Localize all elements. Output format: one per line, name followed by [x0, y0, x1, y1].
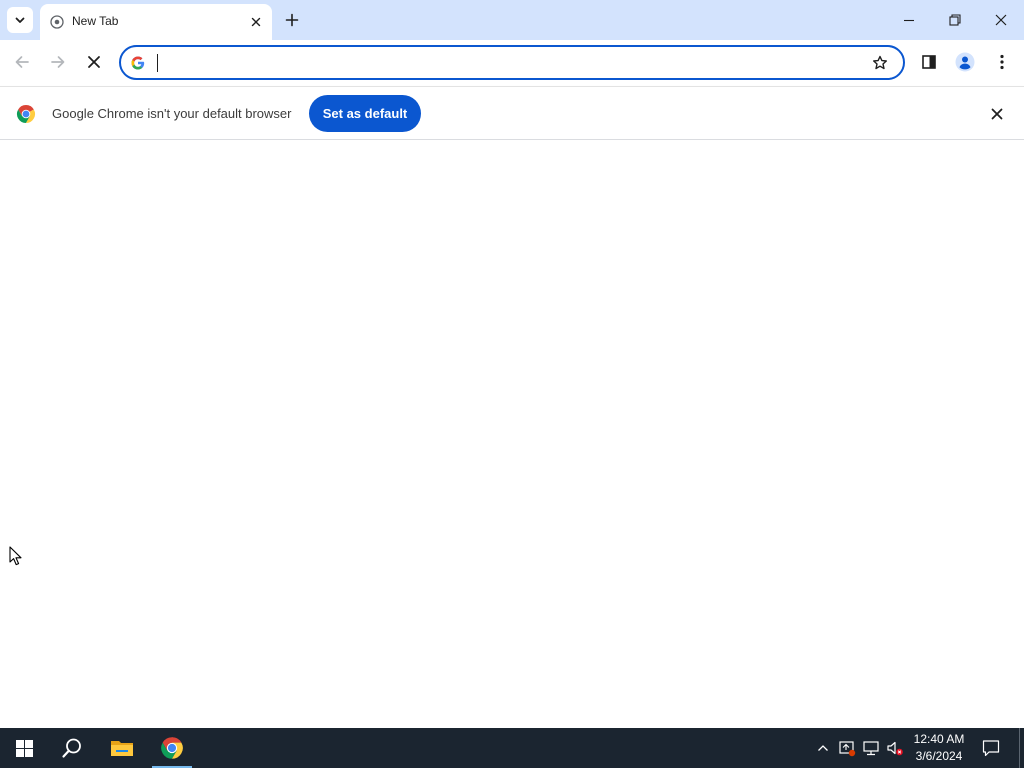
tab-title: New Tab	[72, 14, 119, 28]
chrome-logo-icon	[16, 105, 36, 123]
tab-new-tab[interactable]: New Tab	[40, 4, 272, 40]
taskbar-search-button[interactable]	[48, 728, 96, 768]
default-browser-infobar: Google Chrome isn't your default browser…	[0, 86, 1024, 140]
network-icon	[863, 741, 879, 756]
arrow-right-icon	[51, 56, 65, 68]
minimize-icon	[904, 19, 914, 22]
page-content	[0, 140, 1024, 728]
plus-icon	[285, 13, 299, 27]
minimize-button[interactable]	[886, 0, 932, 40]
taskbar-clock[interactable]: 12:40 AM 3/6/2024	[906, 731, 972, 765]
side-panel-icon	[922, 55, 936, 69]
back-button[interactable]	[7, 47, 37, 77]
restore-icon	[949, 14, 961, 26]
notification-icon	[982, 740, 1000, 757]
address-bar[interactable]	[119, 45, 905, 80]
clock-date: 3/6/2024	[915, 749, 963, 763]
infobar-close-button[interactable]	[986, 103, 1008, 125]
show-desktop-button[interactable]	[1019, 728, 1024, 768]
taskbar-chrome[interactable]	[148, 728, 196, 768]
search-icon	[62, 738, 81, 758]
volume-muted-icon	[887, 741, 903, 756]
action-center-button[interactable]	[981, 738, 1001, 758]
shield-icon	[839, 741, 856, 757]
globe-icon	[50, 15, 64, 29]
windows-logo-icon	[15, 739, 33, 757]
close-icon	[991, 108, 1003, 120]
set-as-default-button[interactable]: Set as default	[309, 95, 421, 132]
chevron-down-icon	[15, 17, 25, 23]
kebab-menu-icon	[1000, 54, 1004, 70]
side-panel-button[interactable]	[914, 47, 944, 77]
start-button[interactable]	[0, 728, 48, 768]
tab-strip: New Tab	[0, 0, 1024, 40]
tray-volume[interactable]	[885, 738, 905, 758]
arrow-left-icon	[15, 56, 29, 68]
google-g-icon	[131, 56, 145, 70]
close-icon	[88, 56, 100, 68]
taskbar-file-explorer[interactable]	[98, 728, 146, 768]
close-window-button[interactable]	[978, 0, 1024, 40]
tab-close-button[interactable]	[246, 12, 266, 32]
chrome-logo-icon	[161, 737, 183, 759]
new-tab-button[interactable]	[280, 8, 304, 32]
text-caret	[157, 54, 158, 72]
tray-security[interactable]	[837, 738, 857, 758]
mouse-pointer-icon	[9, 546, 22, 566]
tab-search-button[interactable]	[7, 7, 33, 33]
star-icon	[873, 55, 887, 70]
close-icon	[251, 17, 261, 27]
folder-icon	[111, 741, 133, 756]
show-hidden-icons-button[interactable]	[813, 738, 833, 758]
profile-button[interactable]	[950, 47, 980, 77]
browser-toolbar	[0, 40, 1024, 86]
clock-time: 12:40 AM	[913, 732, 965, 746]
taskbar: 12:40 AM 3/6/2024	[0, 728, 1024, 768]
bookmark-button[interactable]	[867, 50, 893, 76]
chevron-up-icon	[818, 745, 828, 751]
close-icon	[995, 14, 1007, 26]
address-input[interactable]	[156, 51, 856, 74]
person-icon	[955, 52, 975, 72]
tray-network[interactable]	[861, 738, 881, 758]
restore-button[interactable]	[932, 0, 978, 40]
stop-loading-button[interactable]	[79, 47, 109, 77]
forward-button[interactable]	[43, 47, 73, 77]
infobar-message: Google Chrome isn't your default browser	[52, 106, 292, 121]
chrome-menu-button[interactable]	[987, 47, 1017, 77]
